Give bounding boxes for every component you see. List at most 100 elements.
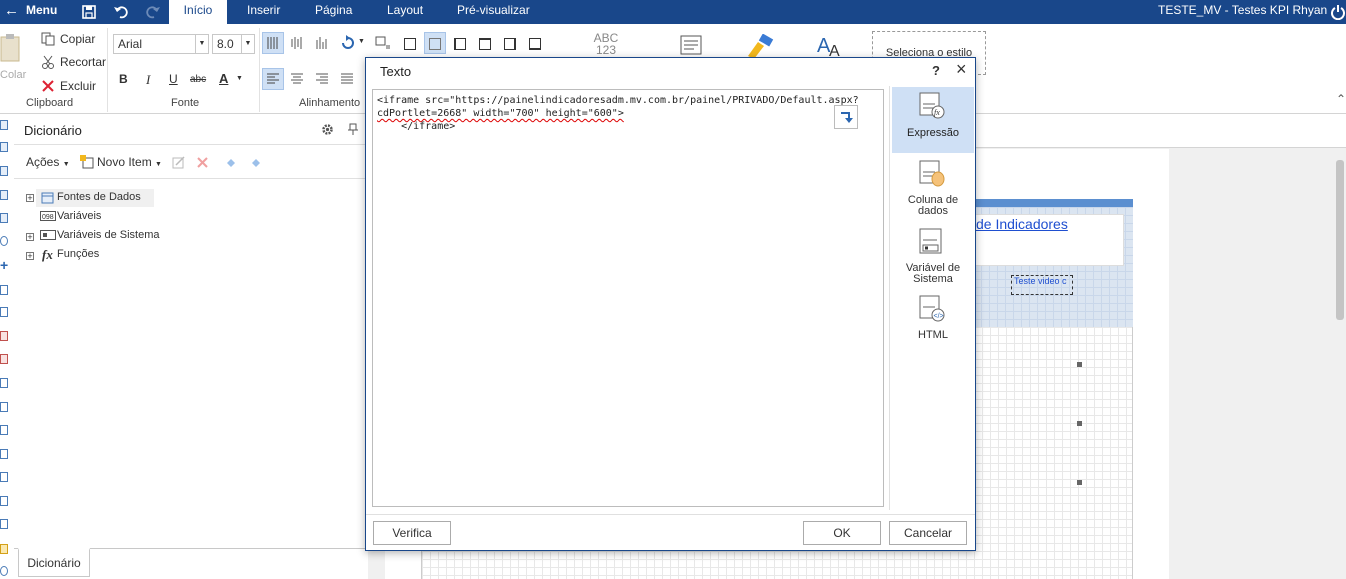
font-color-button[interactable]: A <box>219 71 228 86</box>
verify-button[interactable]: Verifica <box>373 521 451 545</box>
resize-handle[interactable] <box>1077 362 1082 367</box>
expression-icon[interactable]: fx <box>919 92 945 120</box>
cancel-button[interactable]: Cancelar <box>889 521 967 545</box>
resize-handle[interactable] <box>1077 480 1082 485</box>
paste-icon[interactable] <box>0 34 22 64</box>
expression-editor[interactable]: <iframe src="https://painelindicadoresad… <box>372 89 884 507</box>
resize-handle[interactable] <box>1077 421 1082 426</box>
delete-button[interactable]: Excluir <box>60 79 96 93</box>
tab-layout[interactable]: Layout <box>387 0 423 24</box>
move-up-icon[interactable] <box>226 158 236 168</box>
font-size-select[interactable]: 8.0 ▼ <box>212 34 255 54</box>
strikethrough-button[interactable]: abc <box>190 74 206 85</box>
undo-icon[interactable] <box>113 4 129 20</box>
pin-icon[interactable] <box>348 123 358 136</box>
text-format-button[interactable]: ABC 123 <box>592 32 620 56</box>
tree-item-functions[interactable]: Funções <box>57 248 99 260</box>
delete-icon[interactable] <box>41 79 55 93</box>
tool-icon[interactable] <box>0 354 8 364</box>
justify-icon[interactable] <box>340 73 354 85</box>
move-down-icon[interactable] <box>251 158 261 168</box>
data-column-icon[interactable] <box>919 160 945 188</box>
tab-inserir[interactable]: Inserir <box>247 0 280 24</box>
power-icon[interactable] <box>1330 4 1346 20</box>
side-item-system-variable[interactable]: Variável de Sistema <box>892 263 974 285</box>
border-all-icon[interactable] <box>404 38 416 50</box>
chevron-down-icon[interactable]: ▼ <box>236 75 243 82</box>
align-middle-icon[interactable] <box>290 36 304 50</box>
edit-icon[interactable] <box>172 156 185 169</box>
rotate-icon[interactable] <box>340 35 356 51</box>
style-icon[interactable]: AA <box>815 32 847 58</box>
expand-icon[interactable]: + <box>26 252 34 261</box>
tool-icon[interactable] <box>0 472 8 482</box>
new-item-icon[interactable] <box>80 155 94 169</box>
border-right-icon[interactable] <box>504 38 516 50</box>
border-settings-icon[interactable] <box>375 36 391 50</box>
word-wrap-button[interactable] <box>834 105 858 129</box>
text-editor-icon[interactable] <box>680 35 706 57</box>
border-bottom-icon[interactable] <box>529 38 541 50</box>
actions-menu[interactable]: Ações ▼ <box>26 155 70 169</box>
underline-button[interactable]: U <box>169 72 178 86</box>
tab-pre-visualizar[interactable]: Pré-visualizar <box>457 0 530 24</box>
tool-icon[interactable] <box>0 378 8 388</box>
copy-button[interactable]: Copiar <box>60 32 95 46</box>
copy-icon[interactable] <box>41 32 55 46</box>
font-name-select[interactable]: Arial ▼ <box>113 34 209 54</box>
expand-icon[interactable]: + <box>26 233 34 242</box>
tool-icon[interactable] <box>0 120 8 130</box>
tool-icon[interactable] <box>0 402 8 412</box>
border-left-icon[interactable] <box>454 38 466 50</box>
html-icon[interactable]: </> <box>919 295 945 323</box>
back-arrow-icon[interactable]: ← <box>4 0 19 24</box>
tool-icon[interactable] <box>0 425 8 435</box>
cut-icon[interactable] <box>41 55 55 69</box>
tool-icon[interactable] <box>0 190 8 200</box>
tool-icon[interactable] <box>0 307 8 317</box>
paste-button[interactable]: Colar <box>0 69 26 81</box>
vertical-scrollbar[interactable] <box>1336 160 1344 320</box>
help-button[interactable]: ? <box>932 63 940 78</box>
tool-icon[interactable] <box>0 449 8 459</box>
border-top-icon[interactable] <box>479 38 491 50</box>
tool-icon[interactable] <box>0 285 8 295</box>
tab-dictionary[interactable]: Dicionário <box>18 548 90 577</box>
new-item-menu[interactable]: Novo Item ▼ <box>97 155 162 169</box>
expand-icon[interactable]: + <box>26 194 34 203</box>
tool-icon[interactable] <box>0 213 8 223</box>
italic-button[interactable]: I <box>146 72 150 88</box>
tool-icon[interactable] <box>0 544 8 554</box>
side-item-expression[interactable]: Expressão <box>892 128 974 139</box>
tool-icon[interactable] <box>0 496 8 506</box>
remove-icon[interactable] <box>196 156 209 169</box>
tool-icon[interactable] <box>0 166 8 176</box>
ok-button[interactable]: OK <box>803 521 881 545</box>
side-item-data-column[interactable]: Coluna de dados <box>892 195 974 217</box>
align-right-icon[interactable] <box>315 73 329 85</box>
align-center-icon[interactable] <box>290 73 304 85</box>
tree-item-data-sources[interactable]: Fontes de Dados <box>57 191 141 203</box>
gear-icon[interactable] <box>321 123 334 136</box>
cut-button[interactable]: Recortar <box>60 55 106 69</box>
collapse-ribbon-icon[interactable]: ⌃ <box>1336 92 1346 106</box>
tool-icon[interactable] <box>0 566 8 576</box>
menu-button[interactable]: Menu <box>26 0 57 24</box>
tool-icon[interactable] <box>0 331 8 341</box>
tool-icon[interactable] <box>0 142 8 152</box>
tree-item-system-variables[interactable]: Variáveis de Sistema <box>57 229 160 241</box>
video-textbox[interactable]: Teste video c <box>1011 275 1073 295</box>
system-variable-icon[interactable] <box>919 228 945 256</box>
close-button[interactable]: × <box>956 59 967 80</box>
tool-icon[interactable] <box>0 519 8 529</box>
tree-item-variables[interactable]: Variáveis <box>57 210 101 222</box>
tab-inicio[interactable]: Início <box>169 0 227 24</box>
chevron-down-icon[interactable]: ▼ <box>358 38 365 45</box>
side-item-html[interactable]: HTML <box>892 330 974 341</box>
redo-icon[interactable] <box>145 4 161 20</box>
tool-icon[interactable] <box>0 236 8 246</box>
save-icon[interactable] <box>82 5 96 19</box>
tab-pagina[interactable]: Página <box>315 0 352 24</box>
align-bottom-icon[interactable] <box>315 36 329 50</box>
plus-icon[interactable]: + <box>0 258 8 272</box>
